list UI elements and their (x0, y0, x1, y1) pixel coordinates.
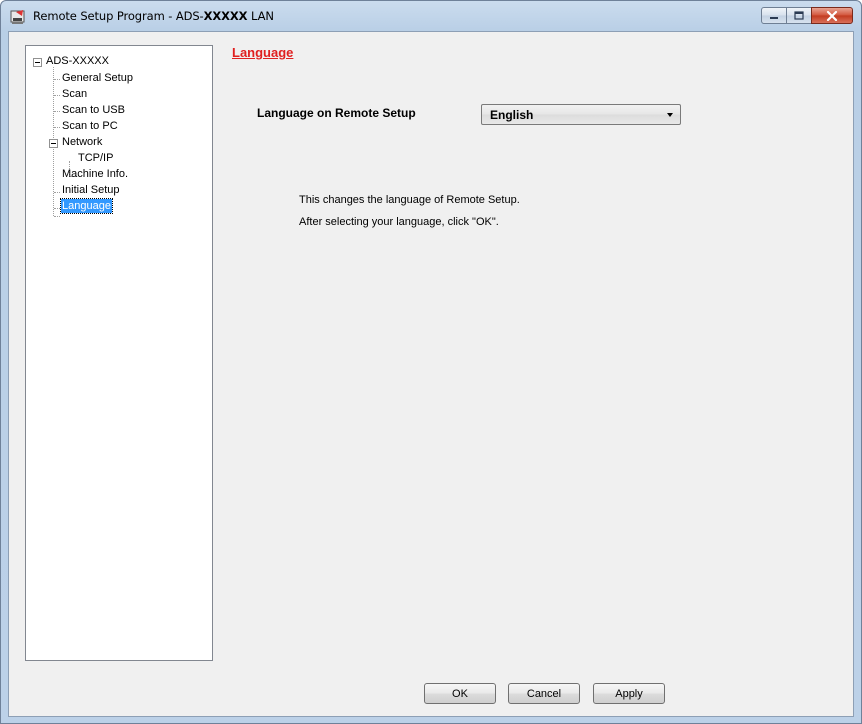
apply-button[interactable]: Apply (593, 683, 665, 704)
collapse-toggle-root[interactable] (33, 58, 42, 67)
tree-item-scan-to-usb[interactable]: Scan to USB (61, 103, 126, 119)
app-window: Remote Setup Program - ADS-XXXXX LAN ADS… (0, 0, 862, 724)
maximize-icon (794, 11, 804, 20)
tree-item-language[interactable]: Language (60, 198, 113, 215)
language-field-label: Language on Remote Setup (257, 106, 416, 120)
section-title: Language (232, 45, 294, 60)
cancel-button[interactable]: Cancel (508, 683, 580, 704)
tree-item-machine-info[interactable]: Machine Info. (61, 167, 129, 183)
minimize-button[interactable] (761, 7, 787, 24)
tree-item-initial-setup[interactable]: Initial Setup (61, 183, 120, 199)
tree-item-scan-to-pc[interactable]: Scan to PC (61, 119, 119, 135)
language-select-value: English (490, 108, 534, 122)
window-title: Remote Setup Program - ADS-XXXXX LAN (33, 9, 274, 23)
tree-root-ads[interactable]: ADS-XXXXX (45, 54, 110, 70)
chevron-down-icon (667, 113, 673, 117)
settings-tree[interactable]: ADS-XXXXX General Setup Scan Scan to USB… (25, 45, 213, 661)
close-button[interactable] (811, 7, 853, 24)
dialog-client-area: ADS-XXXXX General Setup Scan Scan to USB… (8, 31, 854, 717)
info-text-line2: After selecting your language, click "OK… (299, 216, 499, 228)
tree-item-network[interactable]: Network (61, 135, 103, 151)
collapse-toggle-network[interactable] (49, 139, 58, 148)
tree-item-scan[interactable]: Scan (61, 87, 88, 103)
title-bar[interactable]: Remote Setup Program - ADS-XXXXX LAN (1, 1, 861, 31)
tree-item-general-setup[interactable]: General Setup (61, 71, 134, 87)
close-icon (826, 10, 838, 21)
language-select[interactable]: English (481, 104, 681, 125)
info-text-line1: This changes the language of Remote Setu… (299, 194, 520, 206)
tree-item-tcp-ip[interactable]: TCP/IP (77, 151, 114, 167)
maximize-button[interactable] (786, 7, 812, 24)
remote-setup-app-icon (10, 10, 25, 24)
ok-button[interactable]: OK (424, 683, 496, 704)
minimize-icon (770, 16, 778, 19)
